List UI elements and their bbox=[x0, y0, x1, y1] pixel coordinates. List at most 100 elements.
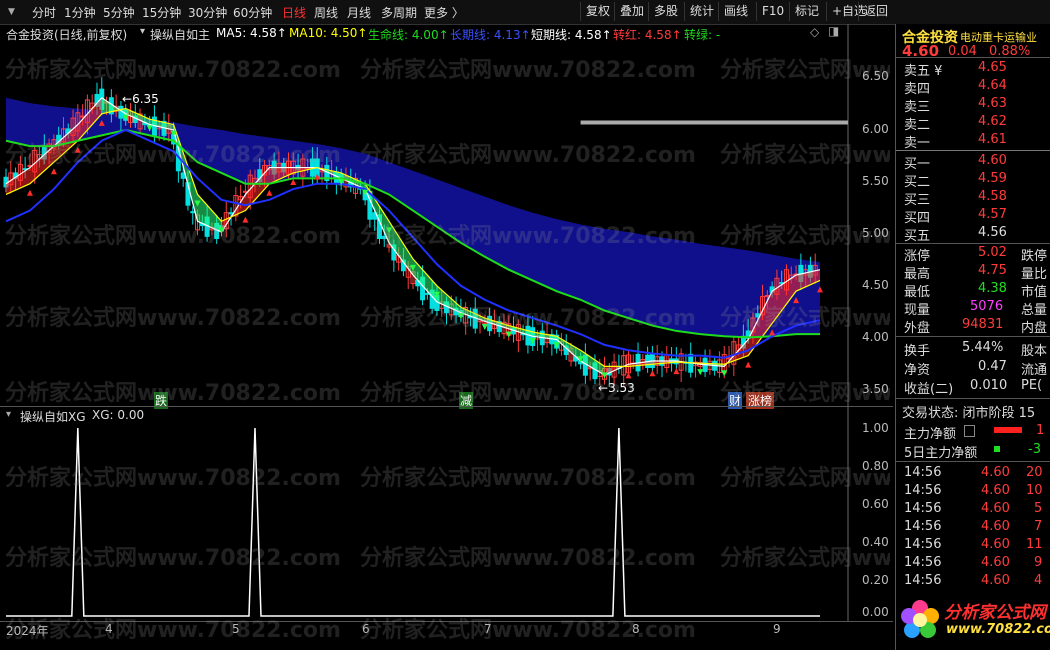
watermark: 分析家公式网www.70822.com bbox=[5, 618, 341, 643]
watermark: 分析家公式网www.70822.com bbox=[5, 381, 341, 406]
watermark: 分析家公式网www.70822.com bbox=[360, 546, 696, 571]
tick-row: 14:56 4.60 11 bbox=[904, 537, 1043, 552]
stock-label: 合金投资(日线,前复权) bbox=[6, 28, 128, 42]
ind-y-tick: 0.00 bbox=[862, 605, 889, 619]
watermark: 分析家公式网www.70822.com bbox=[360, 618, 696, 643]
stat-row: 最高 4.75 量比 bbox=[904, 263, 1048, 282]
stat-row: 外盘 94831 内盘 bbox=[904, 317, 1048, 336]
tab-more[interactable]: 更多 〉 bbox=[424, 4, 464, 21]
bid-row[interactable]: 买二 4.59 bbox=[896, 170, 1050, 190]
logo-title: 分析家公式网 bbox=[944, 603, 1046, 623]
tab-daily[interactable]: 日线 bbox=[282, 4, 306, 21]
mark-button[interactable]: 标记 bbox=[789, 2, 824, 21]
indicator-name[interactable]: 操纵自如主 bbox=[150, 26, 210, 43]
tab-30min[interactable]: 30分钟 bbox=[188, 4, 227, 21]
ind-y-tick: 1.00 bbox=[862, 421, 889, 435]
ask-row[interactable]: 卖一 4.61 bbox=[896, 131, 1050, 151]
flower-logo-icon bbox=[901, 600, 939, 638]
price-row: 4.60 0.04 0.88% bbox=[896, 32, 1050, 60]
indicator-title[interactable]: 操纵自如XG bbox=[20, 408, 86, 425]
watermark: 分析家公式网www.70822.com bbox=[720, 224, 890, 249]
stats-button[interactable]: 统计 bbox=[684, 2, 719, 21]
main-net-row: 主力净额 1 bbox=[904, 423, 1045, 442]
stat-row: 涨停 5.02 跌停 bbox=[904, 245, 1048, 264]
dropdown-icon[interactable]: ▾ bbox=[6, 409, 11, 420]
tick-row: 14:56 4.60 9 bbox=[904, 555, 1043, 570]
tab-multi-period[interactable]: 多周期 bbox=[381, 4, 417, 21]
back-button[interactable]: 返回 bbox=[858, 2, 893, 21]
watermark: 分析家公式网www.70822.com bbox=[360, 224, 696, 249]
tab-weekly[interactable]: 周线 bbox=[314, 4, 338, 21]
ask-row[interactable]: 卖三 4.63 bbox=[896, 95, 1050, 115]
ask-row[interactable]: 卖二 4.62 bbox=[896, 113, 1050, 133]
dropdown-icon[interactable]: ▾ bbox=[140, 26, 145, 37]
main-net-bar bbox=[994, 427, 1022, 433]
top-toolbar: ▼ 分时 1分钟 5分钟 15分钟 30分钟 60分钟 日线 周线 月线 多周期… bbox=[0, 0, 1050, 25]
watermark: 分析家公式网www.70822.com bbox=[5, 58, 341, 83]
watermark: 分析家公式网www.70822.com bbox=[720, 381, 890, 406]
watermark: 分析家公式网www.70822.com bbox=[720, 143, 890, 168]
short-line-value: 短期线: 4.58↑ bbox=[531, 28, 612, 42]
tick-row: 14:56 4.60 10 bbox=[904, 483, 1043, 498]
panel-toggle-icon[interactable]: ◨ bbox=[828, 24, 839, 38]
indicator-svg bbox=[6, 406, 849, 621]
watermark: 分析家公式网www.70822.com bbox=[360, 466, 696, 491]
overlay-button[interactable]: 叠加 bbox=[614, 2, 649, 21]
bid-row[interactable]: 买三 4.58 bbox=[896, 188, 1050, 208]
tab-1min[interactable]: 1分钟 bbox=[64, 4, 96, 21]
up-arrow-marker bbox=[745, 361, 752, 368]
tick-row: 14:56 4.60 5 bbox=[904, 501, 1043, 516]
quote-panel: 合金投资 电动重卡运输业 4.60 0.04 0.88% 卖五 ¥4.65 卖四… bbox=[895, 24, 1050, 650]
watermark: 分析家公式网www.70822.com bbox=[720, 306, 890, 331]
diamond-icon[interactable]: ◇ bbox=[810, 25, 819, 39]
bid-row[interactable]: 买一 4.60 bbox=[896, 152, 1050, 172]
watermark: 分析家公式网www.70822.com bbox=[5, 143, 341, 168]
tick-row: 14:56 4.60 20 bbox=[904, 465, 1043, 480]
turn-red-value: 转红: 4.58↑ bbox=[613, 28, 682, 42]
up-arrow-marker bbox=[50, 168, 57, 175]
tab-15min[interactable]: 15分钟 bbox=[142, 4, 181, 21]
watermark: 分析家公式网www.70822.com bbox=[5, 546, 341, 571]
down-arrow-marker bbox=[697, 369, 704, 376]
f10-button[interactable]: F10 bbox=[756, 2, 789, 21]
watermark: 分析家公式网www.70822.com bbox=[360, 58, 696, 83]
watermark: 分析家公式网www.70822.com bbox=[360, 143, 696, 168]
watermark: 分析家公式网www.70822.com bbox=[5, 466, 341, 491]
up-arrow-marker bbox=[673, 368, 680, 375]
y-tick: 4.50 bbox=[862, 278, 889, 292]
multi-stock-button[interactable]: 多股 bbox=[648, 2, 683, 21]
y-tick: 4.00 bbox=[862, 330, 889, 344]
ind-y-tick: 0.60 bbox=[862, 497, 889, 511]
indicator-chart[interactable]: ▾ 操纵自如XG XG: 0.00 1.00 0.80 0.60 0.40 0.… bbox=[0, 406, 893, 621]
ma5-value: MA5: 4.58↑ bbox=[216, 26, 287, 40]
ma10-value: MA10: 4.50↑ bbox=[289, 26, 368, 40]
expand-icon[interactable]: ▼ bbox=[8, 7, 15, 17]
watermark: 分析家公式网www.70822.com bbox=[360, 306, 696, 331]
logo-url: www.70822.com bbox=[946, 622, 1050, 637]
high-price-label: 6.35 bbox=[132, 92, 159, 106]
stat-row: 换手 5.44% 股本 bbox=[904, 340, 1048, 359]
draw-button[interactable]: 画线 bbox=[718, 2, 753, 21]
stat-row: 净资 0.47 流通 bbox=[904, 359, 1048, 378]
bid-row[interactable]: 买五 4.56 bbox=[896, 224, 1050, 244]
main-net5-row: 5日主力净额 -3 bbox=[904, 442, 1041, 461]
candle-body bbox=[190, 211, 196, 214]
tab-timeshare[interactable]: 分时 bbox=[32, 4, 56, 21]
tab-5min[interactable]: 5分钟 bbox=[103, 4, 135, 21]
ask-row[interactable]: 卖四 4.64 bbox=[896, 77, 1050, 97]
tab-monthly[interactable]: 月线 bbox=[347, 4, 371, 21]
xg-signal-line bbox=[6, 427, 820, 617]
tick-row: 14:56 4.60 4 bbox=[904, 573, 1043, 588]
doc-icon[interactable] bbox=[964, 425, 975, 437]
ask-row[interactable]: 卖五 ¥4.65 bbox=[896, 59, 1050, 79]
tab-60min[interactable]: 60分钟 bbox=[233, 4, 272, 21]
main-net5-bar bbox=[994, 446, 1000, 452]
watermark: 分析家公式网www.70822.com bbox=[720, 546, 890, 571]
ind-y-tick: 0.20 bbox=[862, 573, 889, 587]
watermark: 分析家公式网www.70822.com bbox=[360, 381, 696, 406]
stat-row: 现量 5076 总量 bbox=[904, 299, 1048, 318]
up-arrow-marker bbox=[266, 189, 273, 196]
bid-row[interactable]: 买四 4.57 bbox=[896, 206, 1050, 226]
adjust-button[interactable]: 复权 bbox=[580, 2, 615, 21]
life-line-value: 生命线: 4.00↑ bbox=[368, 28, 449, 42]
